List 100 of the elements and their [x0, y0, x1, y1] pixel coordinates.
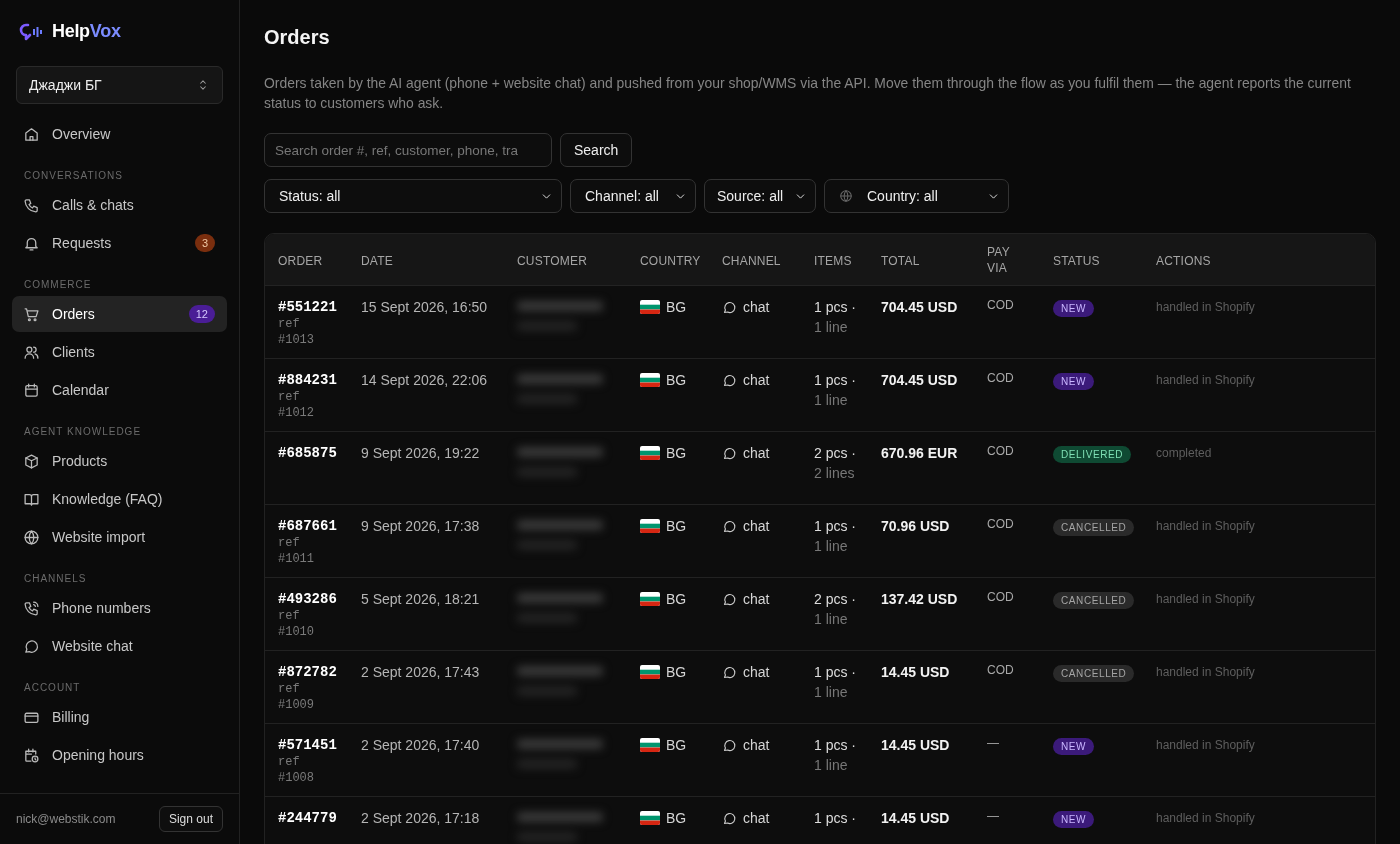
sidebar-item[interactable]: Orders 12	[12, 296, 227, 332]
chat-bubble-icon	[722, 445, 737, 461]
line-count: 1 line	[814, 756, 849, 775]
section-heading: AGENT KNOWLEDGE	[23, 425, 143, 439]
cart-icon	[23, 305, 40, 323]
country-code: BG	[666, 372, 687, 388]
workspace-select[interactable]: Джаджи БГ	[16, 66, 223, 104]
column-header: ITEMS	[814, 252, 852, 269]
chat-bubble-icon	[722, 737, 737, 753]
ref-number: #1008	[278, 770, 315, 786]
home-icon	[23, 125, 40, 143]
item-count: 1 pcs ·	[814, 663, 857, 681]
country-code: BG	[666, 591, 687, 607]
sidebar-item[interactable]: Opening hours	[12, 737, 227, 773]
sidebar-item[interactable]: Calls & chats	[12, 187, 227, 223]
ref-number: #1009	[278, 697, 315, 713]
order-total: 14.45 USD	[881, 736, 951, 754]
ref-label: ref	[278, 535, 301, 551]
order-total: 670.96 EUR	[881, 444, 959, 462]
filter-select[interactable]: Source: all	[704, 179, 816, 213]
sidebar-item[interactable]: Products	[12, 443, 227, 479]
flag-icon	[640, 665, 660, 679]
order-total: 70.96 USD	[881, 517, 951, 535]
sidebar-item[interactable]: Website import	[12, 519, 227, 555]
sidebar-item[interactable]: Knowledge (FAQ)	[12, 481, 227, 517]
order-number[interactable]: #244779	[278, 809, 342, 827]
ref-label: ref	[278, 608, 301, 624]
section-heading: COMMERCE	[23, 278, 93, 292]
chat-bubble-icon	[722, 299, 737, 315]
status-badge: NEW	[1053, 811, 1095, 828]
status-badge: CANCELLED	[1053, 519, 1135, 536]
order-number[interactable]: #685875	[278, 444, 342, 462]
order-number[interactable]: #551221	[278, 298, 342, 316]
phone-icon	[23, 599, 40, 617]
search-button[interactable]: Search	[560, 133, 633, 167]
column-header: DATE	[361, 252, 393, 269]
column-header: ORDER	[278, 252, 323, 269]
order-number[interactable]: #884231	[278, 371, 342, 389]
chat-bubble-icon	[722, 664, 737, 680]
country-code: BG	[666, 664, 687, 680]
flag-icon	[640, 300, 660, 314]
ref-label: ref	[278, 316, 301, 332]
flag-icon	[640, 738, 660, 752]
line-count: 1 line	[814, 683, 849, 702]
line-count: 1 line	[814, 537, 849, 556]
status-badge: CANCELLED	[1053, 665, 1135, 682]
action-note: handled in Shopify	[1156, 810, 1256, 827]
order-number[interactable]: #571451	[278, 736, 342, 754]
order-total: 14.45 USD	[881, 809, 951, 827]
column-header: COUNTRY	[640, 252, 701, 269]
filter-select[interactable]: Country: all	[824, 179, 1009, 213]
filter-select[interactable]: Channel: all	[570, 179, 696, 213]
calendar-icon	[23, 381, 40, 399]
sidebar-item[interactable]: Billing	[12, 699, 227, 735]
order-date: 2 Sept 2026, 17:40	[361, 736, 481, 754]
order-date: 15 Sept 2026, 16:50	[361, 298, 489, 316]
channel-label: chat	[743, 299, 770, 315]
column-header: PAY VIA	[987, 243, 1011, 276]
order-number[interactable]: #687661	[278, 517, 342, 535]
chat-bubble-icon	[722, 372, 737, 388]
item-count: 1 pcs ·	[814, 736, 857, 754]
ref-number: #1010	[278, 624, 315, 640]
sidebar-item[interactable]: Requests 3	[12, 225, 227, 261]
sign-out-button[interactable]: Sign out	[158, 806, 223, 832]
order-date: 14 Sept 2026, 22:06	[361, 371, 489, 389]
channel-label: chat	[743, 810, 770, 826]
status-badge: CANCELLED	[1053, 592, 1135, 609]
sidebar-item[interactable]: Calendar	[12, 372, 227, 408]
ref-number: #1012	[278, 405, 315, 421]
order-number[interactable]: #493286	[278, 590, 342, 608]
action-note: handled in Shopify	[1156, 737, 1256, 754]
section-heading: CHANNELS	[23, 572, 88, 586]
order-total: 14.45 USD	[881, 663, 951, 681]
sidebar-item[interactable]: Clients	[12, 334, 227, 370]
chat-bubble-icon	[722, 591, 737, 607]
sidebar-item[interactable]: Phone numbers	[12, 590, 227, 626]
item-count: 2 pcs ·	[814, 444, 857, 462]
order-date: 2 Sept 2026, 17:43	[361, 663, 481, 681]
section-heading: ACCOUNT	[23, 681, 82, 695]
search-field[interactable]: Search order #, ref, customer, phone, tra	[264, 133, 552, 167]
status-badge: NEW	[1053, 300, 1095, 317]
channel-label: chat	[743, 518, 770, 534]
order-date: 5 Sept 2026, 18:21	[361, 590, 481, 608]
action-note: handled in Shopify	[1156, 299, 1256, 316]
payment-method: COD	[987, 663, 1015, 677]
channel-label: chat	[743, 372, 770, 388]
ref-label: ref	[278, 681, 301, 697]
payment-method: —	[987, 736, 1000, 750]
payment-method: COD	[987, 444, 1015, 458]
sidebar-item[interactable]: Website chat	[12, 628, 227, 664]
payment-method: COD	[987, 517, 1015, 531]
filter-select[interactable]: Status: all	[264, 179, 562, 213]
column-header: ACTIONS	[1156, 252, 1211, 269]
flag-icon	[640, 811, 660, 825]
payment-method: —	[987, 809, 1000, 823]
order-date: 9 Sept 2026, 19:22	[361, 444, 481, 462]
ref-number: #1011	[278, 551, 315, 567]
order-number[interactable]: #872782	[278, 663, 342, 681]
chat-bubble-icon	[722, 810, 737, 826]
sidebar-item[interactable]: Overview	[12, 116, 227, 152]
